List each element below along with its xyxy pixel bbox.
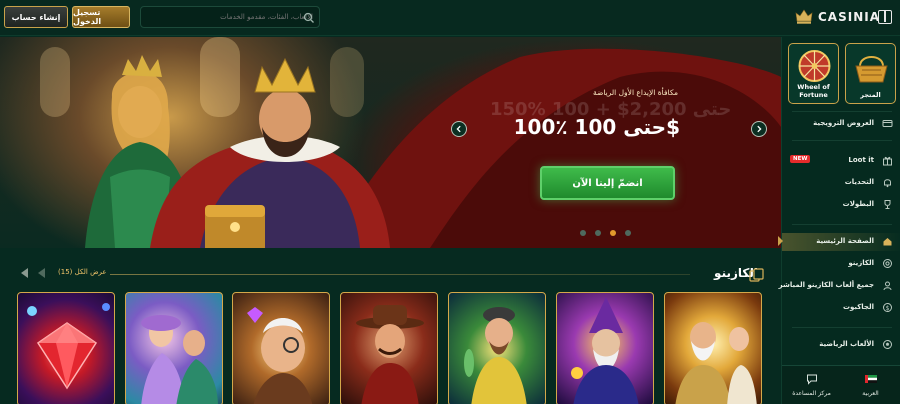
login-button[interactable]: تسجيل الدخول (72, 6, 130, 28)
wizard-artwork (571, 297, 639, 404)
game-card[interactable] (17, 292, 115, 404)
wheel-icon (798, 50, 831, 82)
right-sidebar: Wheel of Fortune المتجر العروض الترويجية… (778, 37, 900, 404)
hero-pagination (580, 230, 631, 236)
signup-button[interactable]: إنشاء حساب (4, 6, 68, 28)
sidebar-item-label: Loot it (848, 156, 874, 164)
gift-icon (883, 156, 892, 166)
shop-tile[interactable]: المتجر (845, 43, 896, 104)
shop-label: المتجر (860, 91, 881, 99)
language-label: العربية (862, 390, 879, 397)
search-icon[interactable] (303, 12, 315, 24)
carousel-next-icon[interactable] (38, 268, 45, 278)
hero-dot[interactable] (625, 230, 631, 236)
new-badge: NEW (790, 155, 811, 163)
sidebar-item-casino[interactable]: الكازينو (782, 255, 900, 273)
sidebar-item-label: الألعاب الرياضية (819, 340, 874, 348)
basket-icon (855, 56, 888, 83)
search-input[interactable] (161, 9, 313, 25)
hero-banner[interactable]: 150% حتى 2,200$ + 100 مكافأة الإيداع الأ… (0, 37, 781, 248)
game-card[interactable] (340, 292, 438, 404)
game-card[interactable] (232, 292, 330, 404)
language-selector[interactable]: العربية (841, 370, 900, 404)
fisherman-artwork (464, 307, 527, 404)
sidebar-item-loot-it[interactable]: NEW Loot it (782, 152, 900, 170)
game-card[interactable] (448, 292, 546, 404)
sidebar-divider (792, 111, 892, 112)
top-header: إنشاء حساب تسجيل الدخول CASINIA (0, 0, 900, 36)
characters-artwork (141, 315, 218, 404)
sidebar-item-label: الجاكبوت (842, 303, 874, 311)
hero-prev-button[interactable] (451, 121, 467, 137)
sidebar-item-jackpot[interactable]: الجاكبوت $ (782, 299, 900, 317)
casino-app: إنشاء حساب تسجيل الدخول CASINIA (0, 0, 900, 404)
sidebar-divider (792, 140, 892, 141)
trophy-icon (884, 200, 891, 209)
game-card[interactable] (664, 292, 762, 404)
chip-icon (883, 259, 892, 268)
logo-text: CASINIA (818, 10, 880, 24)
wheel-label: Wheel of Fortune (797, 83, 830, 99)
join-now-button[interactable]: انضمّ إلينا الآن (540, 166, 675, 200)
hero-next-button[interactable] (751, 121, 767, 137)
help-center-button[interactable]: مركز المساعدة (782, 370, 841, 404)
hero-dot-active[interactable] (610, 230, 616, 236)
game-card[interactable] (125, 292, 223, 404)
sidebar-item-sports[interactable]: الألعاب الرياضية (782, 336, 900, 354)
sidebar-item-label: الكازينو (848, 259, 874, 267)
sidebar-item-label: البطولات (842, 200, 874, 208)
crown-logo-icon (795, 9, 813, 24)
cards-icon (749, 268, 764, 282)
sidebar-item-live-casino[interactable]: جميع ألعاب الكازينو المباشر (778, 277, 900, 295)
sidebar-item-tournaments[interactable]: البطولات (782, 196, 900, 214)
sidebar-item-label: التحديات (844, 178, 874, 186)
hero-dot[interactable] (580, 230, 586, 236)
carousel-prev-icon[interactable] (21, 268, 28, 278)
sidebar-item-challenges[interactable]: التحديات (782, 174, 900, 192)
cowboy-artwork (356, 305, 424, 404)
hero-subtitle: مكافأة الإيداع الأول الرياضة (592, 88, 678, 97)
bell-icon (884, 179, 891, 188)
show-all-link[interactable]: عرض الكل (15) (58, 268, 107, 276)
sidebar-item-label: جميع ألعاب الكازينو المباشر (778, 281, 874, 289)
sidebar-footer: مركز المساعدة العربية (782, 365, 900, 404)
chat-help-icon (807, 374, 817, 385)
jeweler-artwork (247, 307, 313, 404)
section-divider (110, 274, 690, 275)
active-indicator (778, 236, 783, 246)
sidebar-item-label: العروض الترويجية (813, 119, 874, 127)
chevron-right-icon (757, 125, 762, 133)
hero-title: 100٪ حتى 100$ (513, 115, 680, 139)
game-card[interactable] (556, 292, 654, 404)
search-box[interactable] (140, 6, 320, 28)
sidebar-item-promotions[interactable]: العروض الترويجية (782, 115, 900, 133)
wheel-of-fortune-tile[interactable]: Wheel of Fortune (788, 43, 839, 104)
football-icon (883, 340, 892, 349)
sidebar-item-label: الصفحة الرئيسية (816, 237, 874, 245)
sidebar-divider (792, 327, 892, 328)
sidebar-divider (792, 224, 892, 225)
zeus-artwork (675, 322, 757, 404)
hero-dot[interactable] (595, 230, 601, 236)
home-icon (883, 238, 892, 246)
uae-flag-icon (865, 375, 877, 383)
svg-text:$: $ (886, 305, 890, 312)
sidebar-item-home[interactable]: الصفحة الرئيسية (778, 233, 900, 251)
chevron-left-icon (456, 125, 461, 133)
live-dealer-icon (883, 281, 892, 291)
help-center-label: مركز المساعدة (792, 390, 831, 397)
sidebar-toggle-icon[interactable] (878, 10, 892, 24)
card-icon (882, 120, 893, 127)
hero-artwork (40, 37, 781, 248)
casinia-logo[interactable]: CASINIA (794, 6, 880, 28)
jackpot-icon: $ (883, 303, 892, 312)
ruby-gem-icon (27, 303, 110, 390)
